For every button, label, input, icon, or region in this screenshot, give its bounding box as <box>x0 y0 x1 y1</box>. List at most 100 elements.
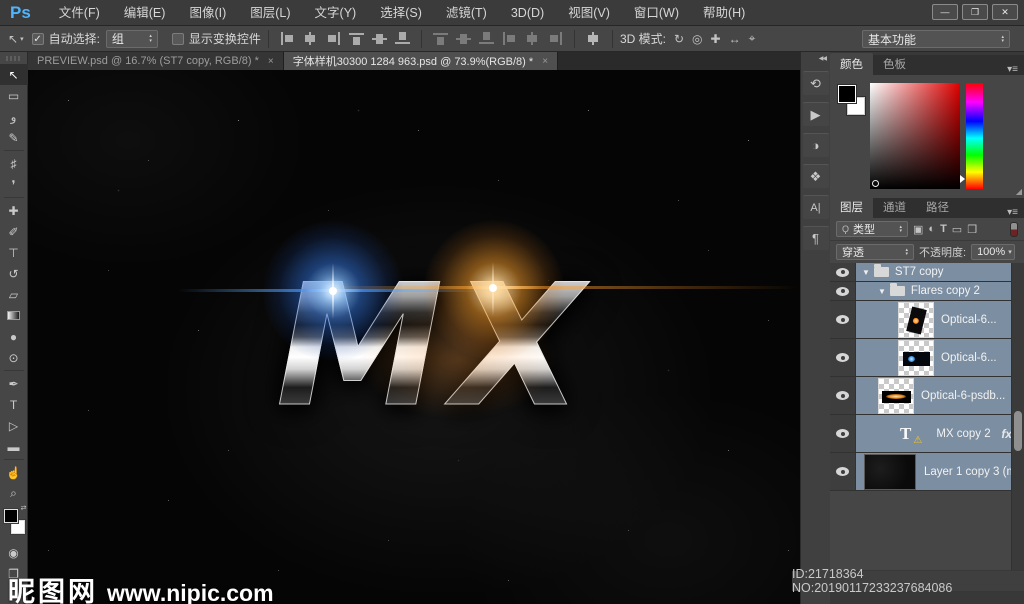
path-select-tool[interactable]: ▷ <box>0 415 28 436</box>
visibility-cell[interactable] <box>830 263 856 281</box>
disclosure-icon[interactable]: ▼ <box>862 268 870 277</box>
filter-shape-icon[interactable]: ▭ <box>952 223 962 236</box>
visibility-cell[interactable] <box>830 377 856 414</box>
distribute-left-icon[interactable] <box>502 32 517 45</box>
tab-layers[interactable]: 图层 <box>830 196 873 218</box>
filter-pixel-icon[interactable]: ▣ <box>913 223 923 236</box>
canvas[interactable]: MX <box>28 70 800 604</box>
menu-3d[interactable]: 3D(D) <box>499 0 556 26</box>
menu-edit[interactable]: 编辑(E) <box>112 0 178 26</box>
align-middle-icon[interactable] <box>372 32 387 45</box>
panel-menu-icon[interactable]: ▾≡ <box>1007 203 1024 218</box>
history-brush-tool[interactable]: ↺ <box>0 263 28 284</box>
resize-grip-icon[interactable]: ◢ <box>1016 187 1022 196</box>
layer-row-optical-3[interactable]: Optical-6-psdb... <box>830 377 1024 415</box>
blur-tool[interactable]: ● <box>0 326 28 347</box>
eye-icon[interactable] <box>836 391 849 400</box>
blend-mode-dropdown[interactable]: 穿透 ▴▾ <box>836 244 914 260</box>
color-cursor[interactable] <box>872 180 879 187</box>
eye-icon[interactable] <box>836 429 849 438</box>
distribute-top-icon[interactable] <box>433 32 448 45</box>
saturation-brightness-field[interactable] <box>870 83 960 189</box>
distribute-right-icon[interactable] <box>548 32 563 45</box>
properties-panel-button[interactable]: ❖ <box>803 164 829 188</box>
distribute-center-icon[interactable] <box>525 32 540 45</box>
visibility-cell[interactable] <box>830 453 856 490</box>
filter-type-icon[interactable]: T <box>940 223 947 235</box>
adjustments-panel-button[interactable]: ◑ <box>803 133 829 157</box>
menu-view[interactable]: 视图(V) <box>556 0 622 26</box>
foreground-color-swatch[interactable] <box>4 509 18 523</box>
move-tool[interactable]: ↖ <box>0 64 28 85</box>
layer-thumbnail[interactable] <box>898 302 934 338</box>
menu-layer[interactable]: 图层(L) <box>238 0 302 26</box>
hue-cursor[interactable] <box>960 175 965 183</box>
disclosure-icon[interactable]: ▼ <box>878 287 886 296</box>
auto-align-icon[interactable] <box>586 32 601 45</box>
3d-orbit-icon[interactable]: ↻ <box>674 32 684 46</box>
gradient-tool[interactable] <box>0 305 28 326</box>
swap-colors-icon[interactable]: ⇄ <box>21 504 27 512</box>
filter-smart-object-icon[interactable]: ❒ <box>967 223 977 236</box>
tool-preset-caret-icon[interactable]: ▾ <box>20 35 24 43</box>
layer-row-layer-1-copy-3[interactable]: Layer 1 copy 3 (mer... <box>830 453 1024 491</box>
3d-slide-icon[interactable]: ↔ <box>729 32 741 46</box>
crop-tool[interactable]: ♯ <box>0 153 28 174</box>
layer-row-mx-copy-2[interactable]: T ⚠ MX copy 2 fx ▾ <box>830 415 1024 453</box>
tab-color[interactable]: 颜色 <box>830 53 873 75</box>
3d-roll-icon[interactable]: ◎ <box>692 32 702 46</box>
type-tool[interactable]: T <box>0 394 28 415</box>
layers-scrollbar[interactable] <box>1011 263 1024 604</box>
layer-row-group-st7[interactable]: ▼ ST7 copy <box>830 263 1024 282</box>
close-button[interactable]: ✕ <box>992 4 1018 20</box>
zoom-tool[interactable]: ⌕ <box>0 483 28 504</box>
foreground-color-swatch[interactable] <box>838 85 856 103</box>
3d-zoom-icon[interactable]: ⌖ <box>749 31 756 46</box>
menu-help[interactable]: 帮助(H) <box>691 0 757 26</box>
tab-channels[interactable]: 通道 <box>873 196 916 218</box>
menu-filter[interactable]: 滤镜(T) <box>434 0 499 26</box>
healing-brush-tool[interactable]: ✚ <box>0 200 28 221</box>
auto-select-checkbox[interactable]: ✓ <box>32 33 44 45</box>
clone-stamp-tool[interactable]: ⊤ <box>0 242 28 263</box>
quick-mask-button[interactable]: ◉ <box>0 542 28 563</box>
menu-window[interactable]: 窗口(W) <box>622 0 691 26</box>
tab-close-icon[interactable]: × <box>268 56 274 67</box>
align-left-icon[interactable] <box>280 32 295 45</box>
3d-pan-icon[interactable]: ✚ <box>711 32 721 46</box>
opacity-dropdown[interactable]: 100% ▾ <box>971 244 1015 260</box>
tab-preview-psd[interactable]: PREVIEW.psd @ 16.7% (ST7 copy, RGB/8) * … <box>28 52 284 70</box>
workspace-switcher[interactable]: 基本功能 ▴▾ <box>862 30 1010 48</box>
shape-tool[interactable]: ▬ <box>0 436 28 457</box>
eye-icon[interactable] <box>836 467 849 476</box>
panel-menu-icon[interactable]: ▾≡ <box>1007 60 1024 75</box>
align-top-icon[interactable] <box>349 32 364 45</box>
menu-type[interactable]: 文字(Y) <box>303 0 369 26</box>
tab-font-mockup-psd[interactable]: 字体样机30300 1284 963.psd @ 73.9%(RGB/8) * … <box>284 52 558 70</box>
auto-select-dropdown[interactable]: 组 ▴▾ <box>106 30 158 48</box>
tab-paths[interactable]: 路径 <box>916 196 959 218</box>
layer-row-optical-2[interactable]: Optical-6... <box>830 339 1024 377</box>
toolbar-grip[interactable] <box>6 56 22 61</box>
marquee-tool[interactable]: ▭ <box>0 85 28 106</box>
filter-adjustment-icon[interactable]: ◐ <box>928 223 935 235</box>
filter-toggle-switch[interactable] <box>1010 222 1018 237</box>
eyedropper-tool[interactable]: ❜ <box>0 174 28 195</box>
hand-tool[interactable]: ☝ <box>0 462 28 483</box>
tab-close-icon[interactable]: × <box>542 56 548 67</box>
align-bottom-icon[interactable] <box>395 32 410 45</box>
layer-row-optical-1[interactable]: Optical-6... <box>830 301 1024 339</box>
visibility-cell[interactable] <box>830 415 856 452</box>
character-panel-button[interactable]: A| <box>803 195 829 219</box>
maximize-button[interactable]: ❐ <box>962 4 988 20</box>
distribute-middle-icon[interactable] <box>456 32 471 45</box>
scrollbar-thumb[interactable] <box>1014 411 1022 451</box>
layer-thumbnail[interactable] <box>864 454 916 490</box>
eye-icon[interactable] <box>836 287 849 296</box>
eraser-tool[interactable]: ▱ <box>0 284 28 305</box>
history-panel-button[interactable]: ⟲ <box>803 71 829 95</box>
minimize-button[interactable]: — <box>932 4 958 20</box>
menu-file[interactable]: 文件(F) <box>47 0 112 26</box>
layer-thumbnail[interactable] <box>878 378 914 414</box>
tab-swatches[interactable]: 色板 <box>873 53 916 75</box>
